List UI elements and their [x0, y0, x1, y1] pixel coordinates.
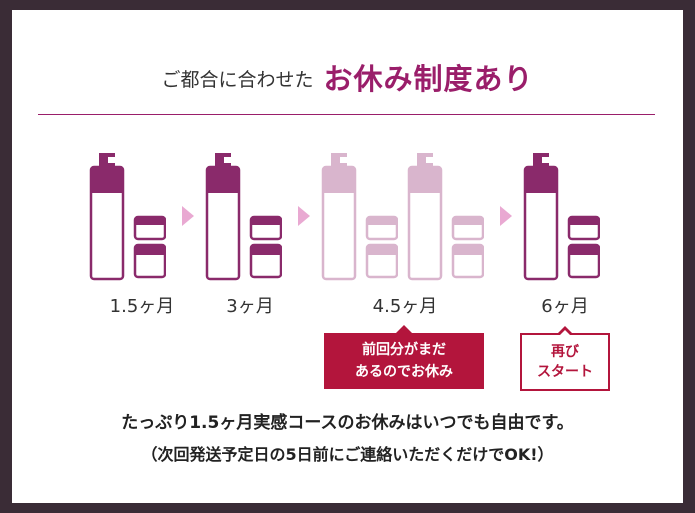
restart-note-pointer-inner — [559, 330, 571, 336]
step-label-3: 4.5ヶ月 — [372, 296, 438, 317]
step-label-1: 1.5ヶ月 — [109, 296, 175, 317]
pump-bottle-icon — [205, 153, 282, 281]
restart-note: 再び スタート — [520, 326, 610, 391]
arrow-right-icon — [500, 206, 512, 226]
restart-note-line2: スタート — [537, 364, 593, 380]
title-pre: ご都合に合わせた — [161, 69, 314, 91]
step-label-2: 3ヶ月 — [226, 296, 274, 317]
restart-note-line1: 再び — [551, 344, 579, 360]
pump-bottle-icon — [407, 153, 484, 281]
description-line1: たっぷり1.5ヶ月実感コースのお休みはいつでも自由です。 — [121, 413, 574, 433]
step-4-products — [514, 153, 600, 285]
step-label-4: 6ヶ月 — [541, 296, 589, 317]
step-2-products — [196, 153, 282, 285]
info-card: ご都合に合わせた お休み制度あり 1.5ヶ月 3ヶ月 4.5ヶ月 6ヶ月 前回分… — [12, 10, 683, 503]
step-3-products-a — [312, 153, 398, 285]
pump-bottle-icon — [321, 153, 398, 281]
arrow-right-icon — [182, 206, 194, 226]
title-row: ご都合に合わせた お休み制度あり — [12, 52, 683, 102]
pause-note-line1: 前回分がまだ — [362, 342, 446, 358]
pause-note-line2: あるのでお休み — [355, 364, 453, 380]
pause-note-pointer — [396, 325, 412, 333]
title-main: お休み制度あり — [323, 62, 534, 96]
pump-bottle-icon — [89, 153, 166, 281]
step-1-products — [80, 153, 166, 285]
divider — [38, 114, 655, 115]
description-line2: （次回発送予定日の5日前にご連絡いただくだけでOK!） — [141, 445, 554, 464]
pump-bottle-icon — [523, 153, 600, 281]
pause-note: 前回分がまだ あるのでお休み — [324, 325, 484, 389]
step-3-products-b — [398, 153, 484, 285]
arrow-right-icon — [298, 206, 310, 226]
